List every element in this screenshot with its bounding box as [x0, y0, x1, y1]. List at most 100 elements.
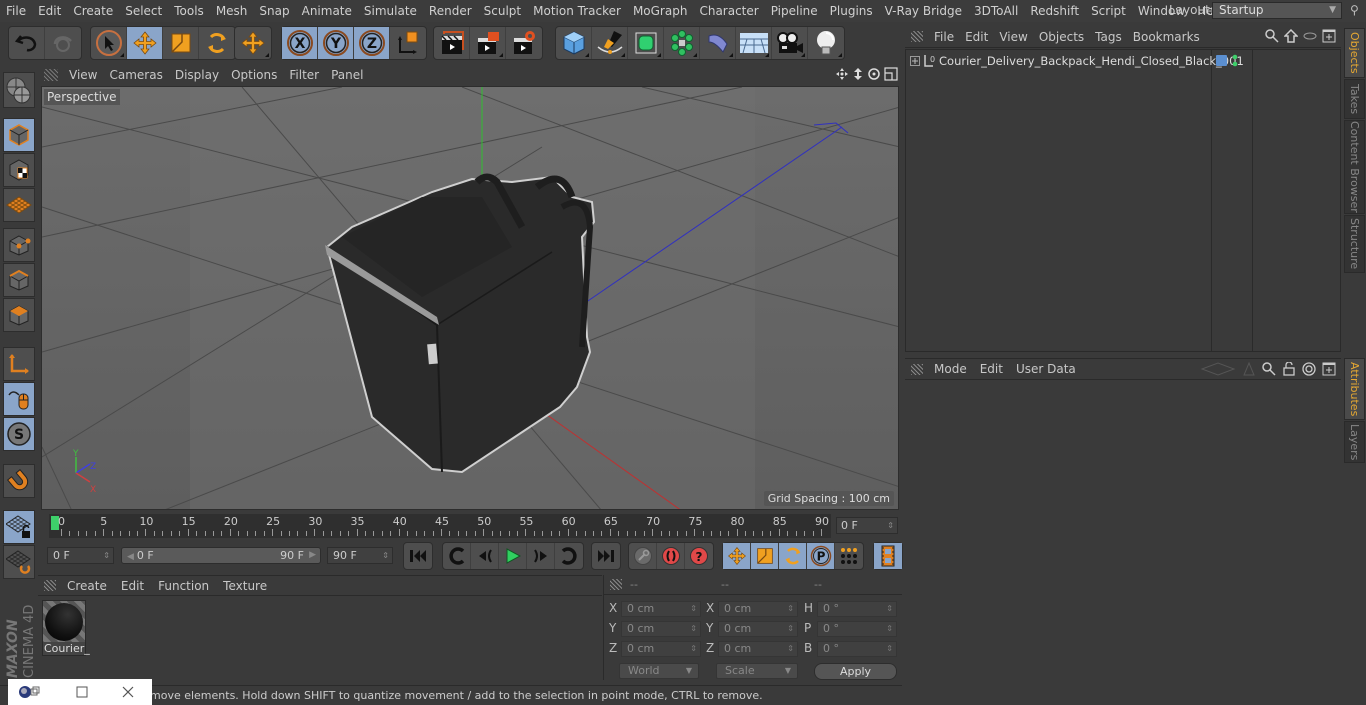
- pos-z-field[interactable]: 0 cm ⇕: [621, 641, 701, 657]
- target-icon[interactable]: [1302, 362, 1316, 376]
- size-x-field[interactable]: 0 cm ⇕: [718, 601, 798, 617]
- redo-button[interactable]: [45, 27, 81, 59]
- key-lock-button[interactable]: [629, 543, 657, 569]
- tweak-mode-button[interactable]: [3, 382, 35, 416]
- obj-menu-bookmarks[interactable]: Bookmarks: [1130, 30, 1208, 44]
- material-item[interactable]: Courier_: [42, 600, 90, 656]
- open-timeline-button[interactable]: [874, 543, 902, 569]
- panel-grip-icon[interactable]: [911, 31, 923, 42]
- menu-snap[interactable]: Snap: [253, 4, 295, 18]
- workplane-align-button[interactable]: [3, 545, 35, 579]
- menu-pipeline[interactable]: Pipeline: [765, 4, 824, 18]
- key-position-button[interactable]: [723, 543, 751, 569]
- points-mode-button[interactable]: [3, 228, 35, 262]
- layout-dropdown[interactable]: Startup ▼: [1212, 2, 1342, 19]
- attr-menu-user-data[interactable]: User Data: [1013, 362, 1086, 376]
- panel-grip-icon[interactable]: [911, 363, 923, 375]
- add-subdivision-button[interactable]: [628, 27, 664, 59]
- autokey-help-button[interactable]: ?: [685, 543, 713, 569]
- menu-plugins[interactable]: Plugins: [824, 4, 879, 18]
- render-view-button[interactable]: [434, 27, 470, 59]
- menu-mograph[interactable]: MoGraph: [627, 4, 694, 18]
- key-parameter-button[interactable]: P: [807, 543, 835, 569]
- menu-animate[interactable]: Animate: [296, 4, 358, 18]
- navigate-up-icon[interactable]: [1242, 362, 1256, 376]
- add-camera-button[interactable]: [772, 27, 808, 59]
- play-reverse-button[interactable]: [443, 543, 471, 569]
- pos-y-field[interactable]: 0 cm ⇕: [621, 621, 701, 637]
- scale-tool-button[interactable]: [163, 27, 199, 59]
- go-to-start-button[interactable]: [404, 543, 432, 569]
- snap-button[interactable]: [3, 464, 35, 498]
- frame-range-slider[interactable]: ◀ 0 F 90 F ▶: [121, 547, 321, 564]
- vp-menu-display[interactable]: Display: [172, 68, 228, 82]
- end-frame-field[interactable]: 90 F ⇕: [327, 547, 393, 564]
- column-divider[interactable]: [1252, 50, 1253, 351]
- menu-create[interactable]: Create: [67, 4, 119, 18]
- solo-button[interactable]: S: [3, 417, 35, 451]
- panel-grip-icon[interactable]: [44, 580, 56, 591]
- current-frame-field[interactable]: 0 F ⇕: [836, 517, 898, 534]
- obj-menu-view[interactable]: View: [996, 30, 1035, 44]
- go-to-end-button[interactable]: [592, 543, 620, 569]
- apply-button[interactable]: Apply: [814, 663, 897, 680]
- panel-grip-icon[interactable]: [610, 579, 622, 590]
- obj-menu-edit[interactable]: Edit: [962, 30, 996, 44]
- object-row[interactable]: 0 Courier_Delivery_Backpack_Hendi_Closed…: [906, 52, 1340, 70]
- menu-render[interactable]: Render: [423, 4, 478, 18]
- undo-button[interactable]: [9, 27, 45, 59]
- tab-takes[interactable]: Takes: [1344, 79, 1365, 119]
- menu-vray-bridge[interactable]: V-Ray Bridge: [879, 4, 968, 18]
- edges-mode-button[interactable]: [3, 263, 35, 297]
- cinema4d-app-icon[interactable]: [18, 684, 40, 700]
- move-tool-button[interactable]: [127, 27, 163, 59]
- mat-menu-texture[interactable]: Texture: [220, 579, 278, 593]
- search-icon[interactable]: [1262, 362, 1276, 376]
- render-settings-button[interactable]: [506, 27, 542, 59]
- menu-script[interactable]: Script: [1085, 4, 1132, 18]
- add-spline-button[interactable]: [592, 27, 628, 59]
- orbit-icon[interactable]: [867, 67, 881, 81]
- obj-menu-file[interactable]: File: [931, 30, 962, 44]
- 3d-viewport[interactable]: Y Z X Perspective Grid Spacing : 100 cm: [41, 86, 899, 510]
- search-icon[interactable]: [1265, 29, 1279, 43]
- obj-menu-tags[interactable]: Tags: [1092, 30, 1130, 44]
- size-mode-dropdown[interactable]: Scale ▼: [716, 663, 798, 679]
- home-icon[interactable]: [1284, 29, 1298, 43]
- tab-objects[interactable]: Objects: [1344, 28, 1365, 78]
- step-back-button[interactable]: [471, 543, 499, 569]
- attr-menu-edit[interactable]: Edit: [977, 362, 1013, 376]
- obj-menu-objects[interactable]: Objects: [1036, 30, 1092, 44]
- play-button[interactable]: [499, 543, 527, 569]
- vp-menu-view[interactable]: View: [66, 68, 106, 82]
- panel-grip-icon[interactable]: [44, 69, 58, 81]
- size-z-field[interactable]: 0 cm ⇕: [718, 641, 798, 657]
- model-mode-button[interactable]: [3, 118, 35, 152]
- camera-label[interactable]: Perspective: [44, 89, 120, 105]
- menu-3dtoall[interactable]: 3DToAll: [968, 4, 1024, 18]
- y-axis-button[interactable]: Y: [318, 27, 354, 59]
- add-cloner-button[interactable]: [664, 27, 700, 59]
- filter-icon[interactable]: [1303, 29, 1317, 43]
- new-window-icon[interactable]: [1322, 29, 1336, 43]
- lock-icon[interactable]: [1282, 362, 1296, 376]
- menu-select[interactable]: Select: [119, 4, 168, 18]
- rotate-tool-button[interactable]: [199, 27, 235, 59]
- live-selection-button[interactable]: [91, 27, 127, 59]
- last-tool-button[interactable]: [235, 27, 271, 59]
- visibility-dots-icon[interactable]: [1232, 54, 1238, 68]
- pos-x-field[interactable]: 0 cm ⇕: [621, 601, 701, 617]
- vp-menu-panel[interactable]: Panel: [328, 68, 372, 82]
- make-editable-button[interactable]: [3, 72, 35, 108]
- column-divider[interactable]: [1211, 50, 1212, 351]
- size-y-field[interactable]: 0 cm ⇕: [718, 621, 798, 637]
- dolly-icon[interactable]: [852, 67, 864, 81]
- menu-character[interactable]: Character: [693, 4, 764, 18]
- vp-menu-options[interactable]: Options: [228, 68, 286, 82]
- menu-motion-tracker[interactable]: Motion Tracker: [527, 4, 627, 18]
- menu-file[interactable]: File: [0, 4, 32, 18]
- add-light-button[interactable]: [808, 27, 844, 59]
- render-picture-viewer-button[interactable]: [470, 27, 506, 59]
- tab-content-browser[interactable]: Content Browser: [1344, 120, 1365, 214]
- rot-h-field[interactable]: 0 ° ⇕: [817, 601, 897, 617]
